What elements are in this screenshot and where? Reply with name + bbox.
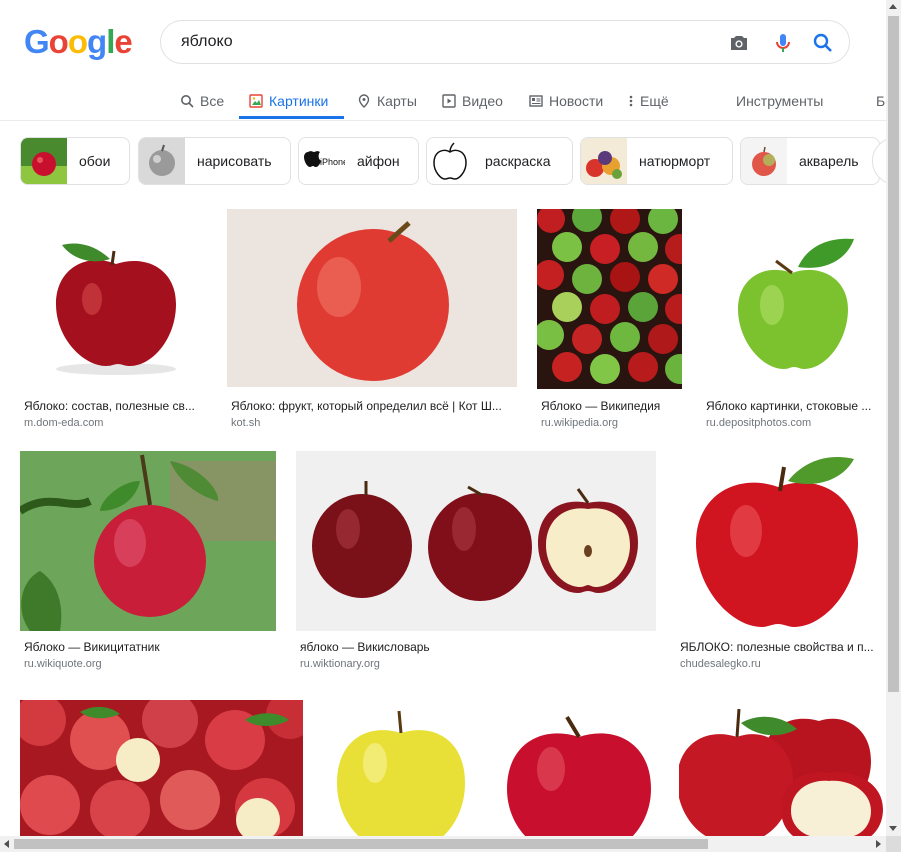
logo-letter: G	[24, 23, 50, 60]
chip-label: натюрморт	[639, 153, 711, 169]
image-result[interactable]: ЯБЛОКО: полезные свойства и п... chudesa…	[676, 451, 886, 671]
chip-thumbnail	[139, 138, 185, 184]
map-pin-icon	[358, 94, 370, 108]
chip-raskraska[interactable]: раскраска	[426, 137, 573, 185]
result-image	[676, 451, 886, 631]
chip-thumbnail: iPhone	[299, 138, 345, 184]
mic-icon[interactable]	[771, 31, 795, 55]
tab-label: Новости	[549, 93, 604, 109]
chip-thumbnail	[427, 138, 473, 184]
scroll-right-arrow-icon[interactable]	[876, 840, 881, 848]
result-source: chudesalegko.ru	[680, 658, 761, 670]
result-title: яблоко — Викисловарь	[300, 640, 430, 654]
tab-label: Карты	[377, 93, 417, 109]
chip-iphone[interactable]: iPhone айфон	[298, 137, 419, 185]
chip-label: нарисовать	[197, 153, 272, 169]
chip-natyurmort[interactable]: натюрморт	[580, 137, 733, 185]
horizontal-scroll-thumb[interactable]	[14, 839, 708, 849]
image-result[interactable]: Яблоко — Википедия ru.wikipedia.org	[537, 209, 682, 429]
result-image	[537, 209, 682, 389]
result-image	[702, 209, 886, 389]
logo-letter: o	[67, 23, 88, 60]
image-result[interactable]	[499, 693, 659, 840]
result-source: ru.wikiquote.org	[24, 658, 102, 670]
result-title: Яблоко картинки, стоковые ...	[706, 399, 872, 413]
scroll-left-arrow-icon[interactable]	[4, 840, 9, 848]
image-icon	[249, 94, 263, 108]
logo-letter: g	[87, 23, 107, 60]
result-source: ru.wikipedia.org	[541, 417, 619, 429]
result-image	[296, 451, 656, 631]
camera-icon[interactable]	[727, 31, 751, 55]
image-result[interactable]	[20, 700, 303, 840]
result-image	[20, 209, 207, 389]
vertical-scroll-thumb[interactable]	[888, 16, 899, 692]
search-icon[interactable]	[811, 31, 835, 55]
tab-maps[interactable]: Карты	[357, 88, 417, 114]
result-title: Яблоко: состав, полезные св...	[24, 399, 195, 413]
tab-news[interactable]: Новости	[529, 88, 603, 114]
active-tab-indicator	[239, 116, 344, 119]
more-icon	[629, 95, 633, 107]
result-source: m.dom-eda.com	[24, 417, 104, 429]
header-divider	[0, 120, 888, 121]
image-result[interactable]	[679, 693, 886, 840]
result-source: ru.wiktionary.org	[300, 658, 380, 670]
news-icon	[529, 95, 543, 107]
tab-bar: Все Картинки Карты Видео Новости Ещё Инс…	[0, 84, 901, 120]
logo-letter: e	[114, 23, 132, 60]
result-image	[20, 451, 276, 631]
chip-label: раскраска	[485, 153, 551, 169]
tab-label: Все	[200, 93, 225, 109]
result-source: ru.depositphotos.com	[706, 417, 812, 429]
result-title: Яблоко: фрукт, который определил всё | К…	[231, 399, 502, 413]
chip-label: обои	[79, 153, 111, 169]
image-result[interactable]: Яблоко — Викицитатник ru.wikiquote.org	[20, 451, 276, 671]
tab-video[interactable]: Видео	[442, 88, 503, 114]
result-image	[679, 693, 886, 840]
scrollbar-corner	[886, 836, 901, 852]
result-image	[323, 693, 479, 840]
tab-all[interactable]: Все	[180, 88, 224, 114]
chip-thumbnail	[741, 138, 787, 184]
scroll-up-arrow-icon[interactable]	[889, 4, 897, 9]
result-title: Яблоко — Википедия	[541, 399, 661, 413]
tab-images[interactable]: Картинки	[249, 88, 328, 114]
search-input[interactable]: яблоко	[181, 33, 233, 51]
chip-thumbnail	[21, 138, 67, 184]
result-image	[20, 700, 303, 840]
search-icon	[181, 95, 194, 108]
image-result[interactable]	[323, 693, 479, 840]
tab-label: Видео	[462, 93, 503, 109]
image-result[interactable]: Яблоко: состав, полезные св... m.dom-eda…	[20, 209, 207, 429]
tools-button[interactable]: Инструменты	[736, 88, 823, 114]
result-title: Яблоко — Викицитатник	[24, 640, 160, 654]
tab-label: Картинки	[269, 93, 329, 109]
chip-label: акварель	[799, 153, 859, 169]
logo-letter: o	[48, 23, 69, 60]
result-image	[499, 693, 659, 840]
chip-thumb-text: iPhone	[320, 157, 345, 167]
result-title: ЯБЛОКО: полезные свойства и п...	[680, 640, 874, 654]
result-source: kot.sh	[231, 417, 261, 429]
image-result[interactable]: яблоко — Викисловарь ru.wiktionary.org	[296, 451, 656, 671]
chip-oboi[interactable]: обои	[20, 137, 130, 185]
image-result[interactable]: Яблоко: фрукт, который определил всё | К…	[227, 209, 517, 429]
chip-akvarel[interactable]: акварель	[740, 137, 880, 185]
image-result[interactable]: Яблоко картинки, стоковые ... ru.deposit…	[702, 209, 886, 429]
video-icon	[442, 94, 456, 108]
scroll-down-arrow-icon[interactable]	[889, 826, 897, 831]
result-image	[227, 209, 517, 387]
search-box[interactable]: яблоко	[160, 20, 850, 64]
chip-thumbnail	[581, 138, 627, 184]
tools-label: Инструменты	[736, 93, 824, 109]
tab-label: Ещё	[640, 93, 669, 109]
google-logo[interactable]: Google	[24, 23, 133, 60]
chip-label: айфон	[357, 153, 400, 169]
tab-more[interactable]: Ещё	[628, 88, 669, 114]
chip-narisovat[interactable]: нарисовать	[138, 137, 291, 185]
